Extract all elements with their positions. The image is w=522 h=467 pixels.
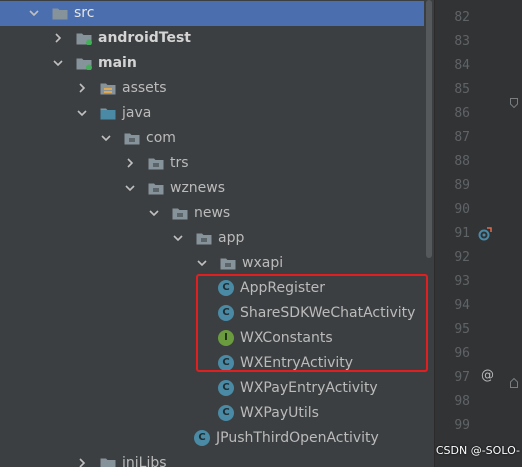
tree-item-label: trs xyxy=(170,155,189,171)
tree-item-label: com xyxy=(146,130,176,146)
tree-item-wxpayentryactivity[interactable]: C WXPayEntryActivity xyxy=(0,376,424,401)
class-icon: C xyxy=(218,380,234,396)
line-number: 90 xyxy=(454,202,470,217)
line-number: 91 xyxy=(454,226,470,241)
csdn-watermark: CSDN @-SOLO- xyxy=(435,444,520,457)
chevron-down-icon[interactable] xyxy=(28,7,40,19)
chevron-down-icon[interactable] xyxy=(76,107,88,119)
chevron-right-icon[interactable] xyxy=(124,157,136,169)
highlight-annotation-box xyxy=(196,274,428,372)
test-folder-icon xyxy=(76,56,92,70)
line-number: 92 xyxy=(454,250,470,265)
line-number: 98 xyxy=(454,394,470,409)
tree-item-wxpayutils[interactable]: C WXPayUtils xyxy=(0,401,424,426)
line-number: 87 xyxy=(454,130,470,145)
chevron-down-icon[interactable] xyxy=(196,257,208,269)
package-icon xyxy=(196,231,212,245)
line-number: 83 xyxy=(454,34,470,49)
tree-item-label: news xyxy=(194,205,231,221)
tree-item-news[interactable]: news xyxy=(0,201,424,226)
tree-item-label: main xyxy=(98,55,137,71)
tree-item-label: WXPayUtils xyxy=(240,405,319,421)
folder-icon xyxy=(52,6,68,20)
line-number: 88 xyxy=(454,154,470,169)
tree-item-label: java xyxy=(122,105,152,121)
chevron-right-icon[interactable] xyxy=(76,457,88,467)
line-number: 99 xyxy=(454,418,470,433)
tree-item-label: assets xyxy=(122,80,167,96)
chevron-down-icon[interactable] xyxy=(100,132,112,144)
fold-marker-icon[interactable] xyxy=(510,98,518,108)
line-number: 85 xyxy=(454,82,470,97)
tree-item-src[interactable]: src xyxy=(0,1,424,26)
tree-item-label: jniLibs xyxy=(122,455,167,467)
tree-item-androidtest[interactable]: androidTest xyxy=(0,26,424,51)
annotation-gutter-icon[interactable]: @ xyxy=(481,369,495,383)
tree-item-assets[interactable]: assets xyxy=(0,76,424,101)
tree-item-label: app xyxy=(218,230,245,246)
chevron-right-icon[interactable] xyxy=(76,82,88,94)
class-icon: C xyxy=(218,405,234,421)
package-icon xyxy=(172,206,188,220)
tree-item-label: androidTest xyxy=(98,30,191,46)
package-icon xyxy=(148,181,164,195)
fold-marker-icon[interactable] xyxy=(510,378,518,388)
tree-item-java[interactable]: java xyxy=(0,101,424,126)
folder-icon xyxy=(100,456,116,467)
tree-item-wznews[interactable]: wznews xyxy=(0,176,424,201)
tree-item-label: wxapi xyxy=(242,255,284,271)
line-number: 94 xyxy=(454,298,470,313)
tree-item-jpushthirdopenactivity[interactable]: C JPushThirdOpenActivity xyxy=(0,426,424,451)
tree-scrollbar-thumb[interactable] xyxy=(426,0,432,258)
chevron-down-icon[interactable] xyxy=(52,57,64,69)
package-icon xyxy=(148,156,164,170)
tree-item-com[interactable]: com xyxy=(0,126,424,151)
line-number: 93 xyxy=(454,274,470,289)
tree-item-label: WXPayEntryActivity xyxy=(240,380,378,396)
chevron-down-icon[interactable] xyxy=(172,232,184,244)
chevron-right-icon[interactable] xyxy=(52,32,64,44)
resource-folder-icon xyxy=(100,81,116,95)
line-number: 89 xyxy=(454,178,470,193)
tree-item-wxapi[interactable]: wxapi xyxy=(0,251,424,276)
tree-item-main[interactable]: main xyxy=(0,51,424,76)
tree-item-app[interactable]: app xyxy=(0,226,424,251)
chevron-down-icon[interactable] xyxy=(148,207,160,219)
tree-item-label: src xyxy=(74,5,95,21)
tree-item-label: wznews xyxy=(170,180,226,196)
line-number: 82 xyxy=(454,10,470,25)
tree-item-label: JPushThirdOpenActivity xyxy=(216,430,379,446)
source-folder-icon xyxy=(100,106,116,120)
line-number: 95 xyxy=(454,322,470,337)
chevron-down-icon[interactable] xyxy=(124,182,136,194)
test-folder-icon xyxy=(76,31,92,45)
line-number: 96 xyxy=(454,346,470,361)
package-icon xyxy=(220,256,236,270)
package-icon xyxy=(124,131,140,145)
project-tree: src androidTest main assets java com trs wznews… xyxy=(0,0,424,467)
tree-item-trs[interactable]: trs xyxy=(0,151,424,176)
class-icon: C xyxy=(194,430,210,446)
line-number: 84 xyxy=(454,58,470,73)
implemented-method-gutter-icon[interactable] xyxy=(478,226,492,241)
line-number: 97 xyxy=(454,370,470,385)
tree-item-jnilibs[interactable]: jniLibs xyxy=(0,451,424,467)
line-number: 86 xyxy=(454,106,470,121)
